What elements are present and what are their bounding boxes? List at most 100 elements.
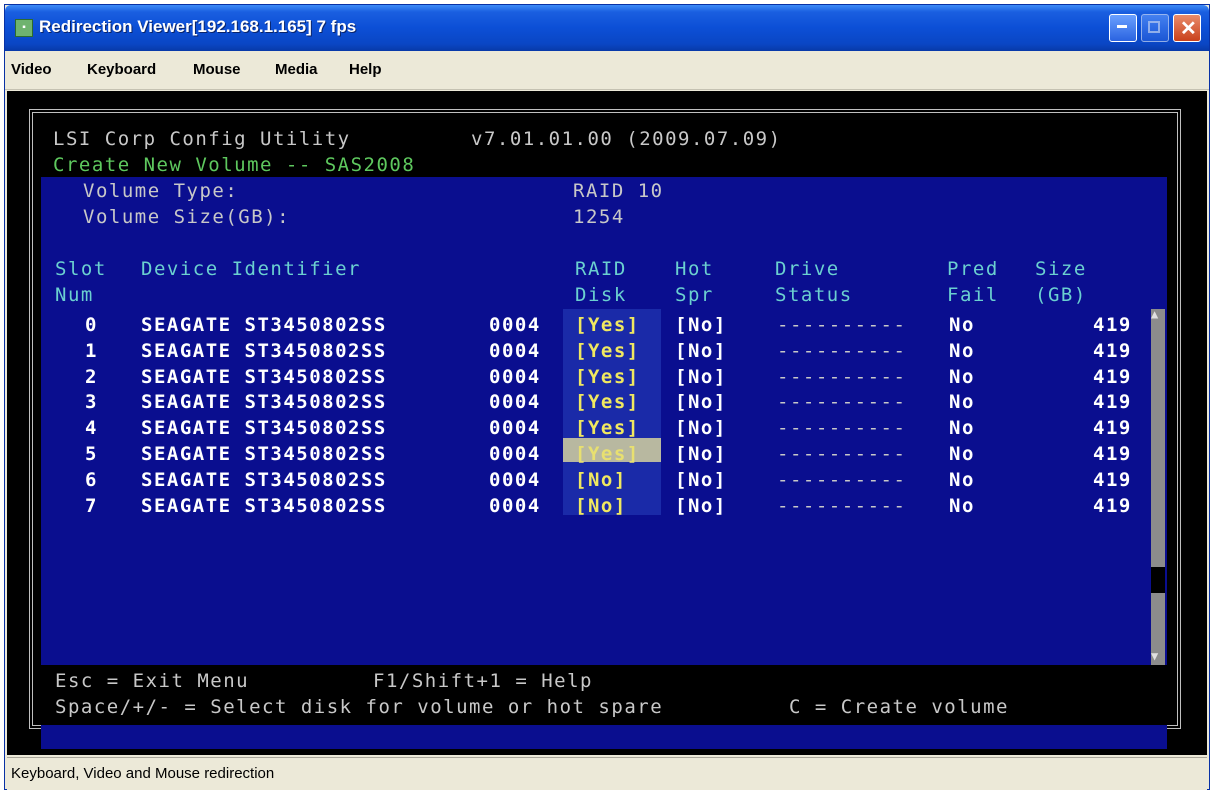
header-slot: Slot bbox=[55, 258, 107, 280]
row-7-raid[interactable]: [No] bbox=[575, 494, 627, 518]
row-5-hot[interactable]: [No] bbox=[675, 442, 727, 466]
row-6-device: SEAGATE ST3450802SS bbox=[141, 468, 387, 491]
row-2-hot[interactable]: [No] bbox=[675, 365, 727, 389]
row-2-pred: No bbox=[949, 365, 975, 388]
row-7-rev: 0004 bbox=[489, 494, 541, 517]
row-0-raid[interactable]: [Yes] bbox=[575, 313, 640, 337]
row-5-pred: No bbox=[949, 443, 975, 465]
scroll-down-icon[interactable]: ▼ bbox=[1151, 649, 1160, 663]
row-2-raid[interactable]: [Yes] bbox=[575, 365, 640, 389]
row-3-slot: 3 bbox=[85, 391, 98, 414]
menu-keyboard[interactable]: Keyboard bbox=[87, 61, 156, 78]
close-button[interactable]: ✕ bbox=[1173, 14, 1201, 42]
menu-mouse[interactable]: Mouse bbox=[193, 61, 241, 78]
row-1-device: SEAGATE ST3450802SS bbox=[141, 339, 387, 362]
row-1-raid[interactable]: [Yes] bbox=[575, 339, 640, 363]
app-icon[interactable]: ▪ bbox=[15, 19, 33, 37]
header-hot: Hot bbox=[675, 258, 714, 280]
row-6-slot: 6 bbox=[85, 468, 98, 491]
row-5-slot: 5 bbox=[85, 443, 98, 465]
utility-name: LSI Corp Config Utility bbox=[53, 128, 351, 150]
row-2-device: SEAGATE ST3450802SS bbox=[141, 365, 387, 388]
row-6-rev: 0004 bbox=[489, 468, 541, 491]
row-7-hot[interactable]: [No] bbox=[675, 494, 727, 518]
row-4-device: SEAGATE ST3450802SS bbox=[141, 417, 387, 440]
row-1-pred: No bbox=[949, 339, 975, 362]
redirection-viewer-window: ▪ Redirection Viewer[192.168.1.165] 7 fp… bbox=[4, 4, 1210, 790]
row-3-size: 419 bbox=[1093, 391, 1132, 414]
row-2-size: 419 bbox=[1093, 365, 1132, 388]
row-0-rev: 0004 bbox=[489, 314, 541, 336]
header-drive: Drive bbox=[775, 258, 840, 280]
row-4-raid[interactable]: [Yes] bbox=[575, 416, 640, 440]
utility-version: v7.01.01.00 (2009.07.09) bbox=[471, 128, 782, 150]
header-size: Size bbox=[1035, 258, 1087, 280]
title-bar[interactable]: ▪ Redirection Viewer[192.168.1.165] 7 fp… bbox=[5, 5, 1209, 51]
row-2-status: ---------- bbox=[777, 365, 907, 388]
row-4-size: 419 bbox=[1093, 417, 1132, 440]
row-4-hot[interactable]: [No] bbox=[675, 416, 727, 440]
row-3-raid[interactable]: [Yes] bbox=[575, 390, 640, 414]
row-1-rev: 0004 bbox=[489, 339, 541, 362]
row-3-device: SEAGATE ST3450802SS bbox=[141, 391, 387, 414]
row-5-size: 419 bbox=[1093, 443, 1132, 465]
header-drive-status: Status bbox=[775, 284, 853, 306]
row-1-size: 419 bbox=[1093, 339, 1132, 362]
row-4-pred: No bbox=[949, 417, 975, 440]
row-7-pred: No bbox=[949, 494, 975, 517]
row-5-rev: 0004 bbox=[489, 443, 541, 465]
row-4-status: ---------- bbox=[777, 417, 907, 440]
row-2-slot: 2 bbox=[85, 365, 98, 388]
row-3-pred: No bbox=[949, 391, 975, 414]
row-3-hot[interactable]: [No] bbox=[675, 390, 727, 414]
row-6-status: ---------- bbox=[777, 468, 907, 491]
volume-size-label: Volume Size(GB): bbox=[83, 206, 291, 228]
close-icon: ✕ bbox=[1180, 18, 1197, 40]
volume-size-value: 1254 bbox=[573, 206, 625, 228]
row-0-hot[interactable]: [No] bbox=[675, 313, 727, 337]
row-3-rev: 0004 bbox=[489, 391, 541, 414]
row-5-raid[interactable]: [Yes] bbox=[575, 442, 640, 466]
menu-help[interactable]: Help bbox=[349, 61, 382, 78]
minimize-button[interactable] bbox=[1109, 14, 1137, 42]
screen-subtitle: Create New Volume -- SAS2008 bbox=[53, 154, 416, 176]
footer-exit-hint: Esc = Exit Menu bbox=[55, 670, 250, 692]
row-4-slot: 4 bbox=[85, 417, 98, 440]
header-pred-fail: Fail bbox=[947, 284, 999, 306]
menu-bar: Video Keyboard Mouse Media Help bbox=[5, 51, 1209, 90]
header-device: Device Identifier bbox=[141, 258, 361, 280]
row-0-pred: No bbox=[949, 314, 975, 336]
row-1-hot[interactable]: [No] bbox=[675, 339, 727, 363]
remote-screen[interactable]: LSI Corp Config Utility v7.01.01.00 (200… bbox=[7, 91, 1207, 755]
row-4-rev: 0004 bbox=[489, 417, 541, 440]
status-text: Keyboard, Video and Mouse redirection bbox=[11, 765, 275, 782]
row-0-device: SEAGATE ST3450802SS bbox=[141, 314, 387, 336]
menu-media[interactable]: Media bbox=[275, 61, 318, 78]
row-6-raid[interactable]: [No] bbox=[575, 468, 627, 492]
header-hot-spr: Spr bbox=[675, 284, 714, 306]
row-6-size: 419 bbox=[1093, 468, 1132, 491]
row-7-slot: 7 bbox=[85, 494, 98, 517]
row-0-size: 419 bbox=[1093, 314, 1132, 336]
maximize-button[interactable] bbox=[1141, 14, 1169, 42]
footer-create-hint: C = Create volume bbox=[789, 696, 1009, 718]
scrollbar-thumb[interactable] bbox=[1151, 567, 1165, 593]
row-0-slot: 0 bbox=[85, 314, 98, 336]
header-raid-disk: Disk bbox=[575, 284, 627, 306]
row-0-status: ---------- bbox=[777, 314, 907, 336]
volume-type-label: Volume Type: bbox=[83, 180, 239, 202]
row-7-device: SEAGATE ST3450802SS bbox=[141, 494, 387, 517]
row-1-status: ---------- bbox=[777, 339, 907, 362]
row-2-rev: 0004 bbox=[489, 365, 541, 388]
header-pred: Pred bbox=[947, 258, 999, 280]
footer-help-hint: F1/Shift+1 = Help bbox=[373, 670, 593, 692]
row-6-hot[interactable]: [No] bbox=[675, 468, 727, 492]
window-title: Redirection Viewer[192.168.1.165] 7 fps bbox=[39, 17, 357, 36]
scroll-up-icon[interactable]: ▲ bbox=[1151, 307, 1160, 321]
header-raid: RAID bbox=[575, 258, 627, 280]
menu-video[interactable]: Video bbox=[11, 61, 52, 78]
scrollbar-track[interactable] bbox=[1151, 309, 1165, 665]
row-6-pred: No bbox=[949, 468, 975, 491]
minimize-icon bbox=[1117, 25, 1127, 28]
header-size-gb: (GB) bbox=[1035, 284, 1087, 306]
